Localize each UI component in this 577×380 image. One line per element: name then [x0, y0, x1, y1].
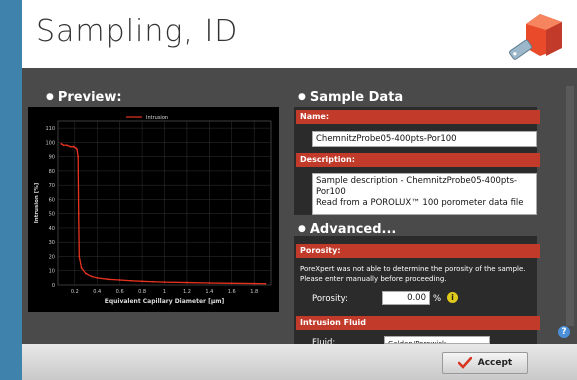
accept-button[interactable]: Accept	[442, 352, 528, 374]
y-tick-label: 40	[49, 226, 55, 232]
x-tick-label: 1	[163, 289, 166, 295]
x-tick-label: 0.8	[138, 289, 146, 295]
help-icon[interactable]: ?	[558, 326, 570, 338]
window-title: Sampling, ID	[36, 14, 239, 49]
checkmark-icon	[457, 357, 472, 369]
y-tick-label: 110	[45, 126, 55, 132]
intrusion-data-point	[69, 145, 72, 148]
x-tick-label: 0.4	[93, 289, 101, 295]
intrusion-data-point	[163, 281, 166, 284]
y-tick-label: 10	[49, 269, 55, 275]
name-label: Name:	[296, 110, 540, 124]
intrusion-data-point	[62, 144, 65, 147]
preview-chart: 0 10 20 30 40 50 60 70 80 90 100 110 0.2 0.4 0.6 0.8 1 1.…	[28, 107, 279, 312]
description-line2: Read from a POROLUX™ 100 porometer data …	[316, 198, 524, 208]
porosity-unit: %	[433, 294, 442, 304]
y-tick-label: 20	[49, 254, 55, 260]
porosity-input[interactable]: 0.00	[382, 291, 430, 305]
y-tick-label: 100	[45, 140, 55, 146]
x-tick-label: 0.6	[116, 289, 124, 295]
intrusion-data-point	[253, 282, 256, 285]
porosity-note: PoreXpert was not able to determine the …	[300, 265, 526, 283]
preview-heading: ● Preview:	[46, 90, 122, 105]
intrusion-data-point	[107, 278, 110, 281]
intrusion-data-point	[80, 266, 83, 269]
intrusion-data-point	[76, 148, 78, 151]
app-logo-icon	[509, 14, 562, 60]
name-input[interactable]: ChemnitzProbe05-400pts-Por100	[312, 131, 537, 147]
sample-data-heading: ● Sample Data	[298, 90, 404, 105]
sample-data-heading-text: Sample Data	[309, 90, 404, 105]
y-tick-label: 80	[49, 169, 55, 175]
y-tick-label: 30	[49, 240, 55, 246]
intrusion-data-point	[75, 147, 77, 149]
x-tick-label: 0.2	[71, 289, 79, 295]
vertical-scrollbar[interactable]	[566, 86, 574, 326]
intrusion-data-point	[66, 144, 68, 147]
intrusion-data-point	[96, 276, 99, 279]
description-label: Description:	[296, 153, 540, 167]
intrusion-data-point	[230, 282, 233, 285]
intrusion-data-point	[141, 280, 143, 283]
intrusion-data-point	[60, 142, 63, 145]
intrusion-data-point	[152, 280, 155, 283]
porosity-label: Porosity:	[296, 244, 540, 258]
y-tick-label: 50	[49, 212, 55, 218]
intrusion-data-point	[72, 145, 75, 148]
x-tick-label: 1.8	[250, 289, 258, 295]
intrusion-data-point	[77, 212, 80, 215]
x-tick-label: 1.6	[228, 289, 236, 295]
intrusion-data-point	[129, 279, 132, 282]
description-textarea[interactable]: Sample description - ChemnitzProbe05-400…	[312, 173, 537, 215]
legend-label: Intrusion	[146, 115, 168, 121]
intrusion-data-point	[118, 279, 121, 281]
porosity-field-label: Porosity:	[312, 294, 348, 304]
x-axis-label: Equivalent Capillary Diameter [μm]	[105, 298, 225, 305]
y-axis-label: Intrusion [%]	[34, 182, 40, 223]
left-background-strip	[0, 0, 22, 380]
y-tick-label: 60	[49, 197, 55, 203]
fluid-select[interactable]: Galden/Porewick	[384, 336, 490, 344]
y-tick-label: 90	[49, 155, 55, 161]
info-icon[interactable]: i	[447, 292, 458, 303]
intrusion-data-point	[186, 281, 188, 284]
y-tick-label: 70	[49, 183, 55, 189]
y-tick-label: 0	[52, 283, 55, 289]
x-tick-label: 1.4	[205, 289, 213, 295]
intrusion-fluid-label: Intrusion Fluid	[296, 316, 540, 330]
intrusion-data-point	[85, 272, 87, 275]
advanced-heading-text: Advanced...	[309, 222, 397, 237]
intrusion-data-point	[264, 282, 267, 285]
intrusion-data-point	[90, 275, 93, 278]
preview-heading-text: Preview:	[57, 90, 122, 105]
advanced-heading[interactable]: ● Advanced...	[298, 222, 396, 237]
intrusion-data-point	[77, 155, 80, 158]
intrusion-data-point	[78, 255, 81, 258]
description-line1: Sample description - ChemnitzProbe05-400…	[316, 176, 518, 197]
x-tick-label: 1.2	[183, 289, 191, 295]
accept-label: Accept	[477, 358, 513, 368]
intrusion-data-point	[208, 282, 211, 284]
